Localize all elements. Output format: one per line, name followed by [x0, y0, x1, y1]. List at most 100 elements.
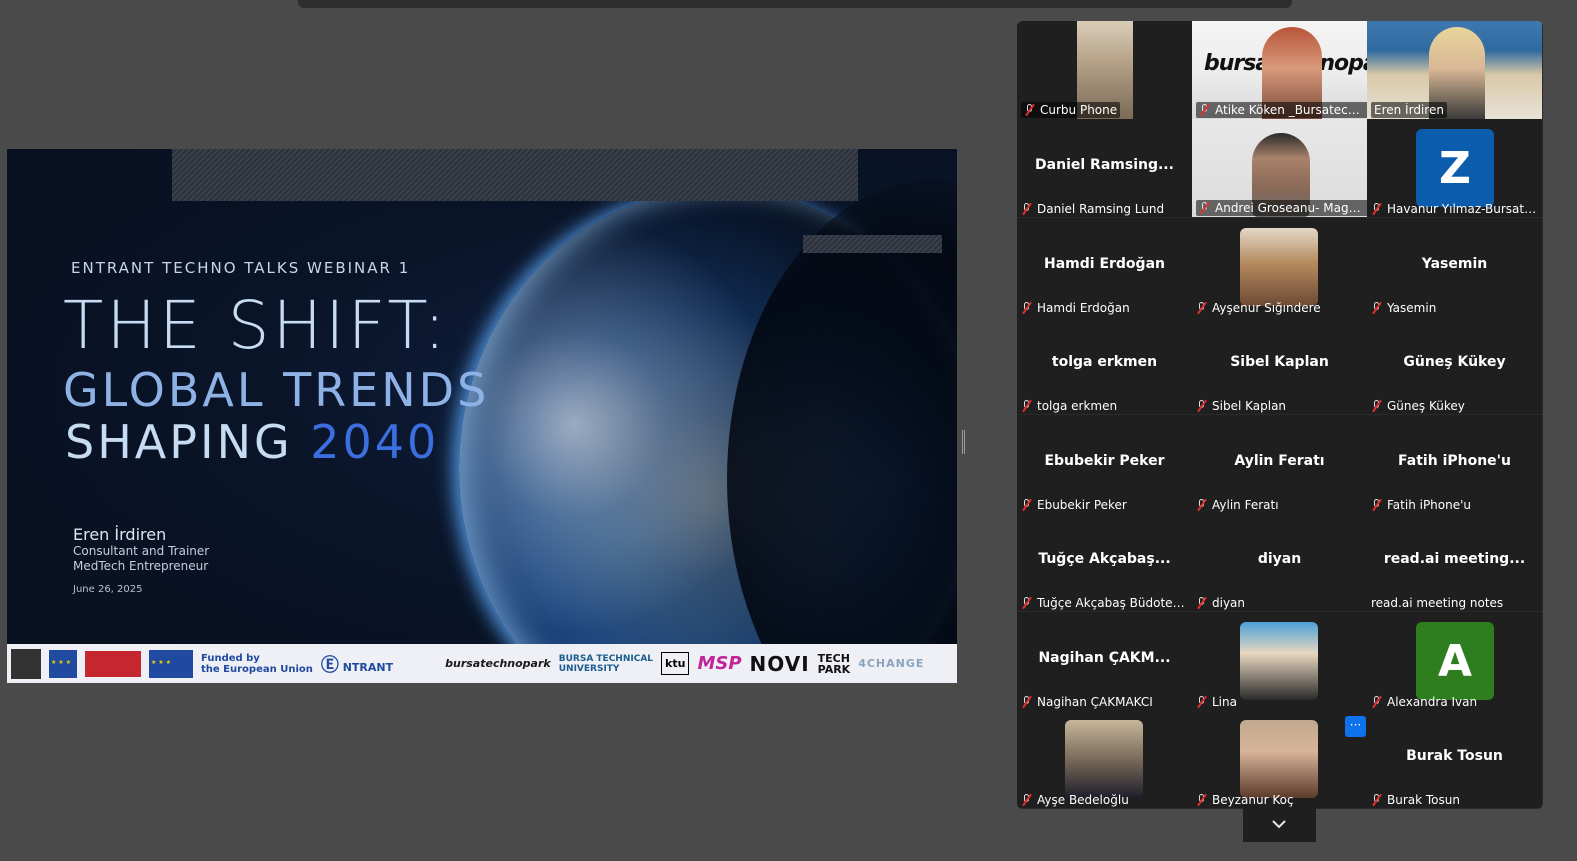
participant-tile[interactable]: Ayşenur Sığındere: [1192, 218, 1367, 316]
participant-tile[interactable]: Tuğçe Akçabaş... Tuğçe Akçabaş Büdotek .…: [1017, 513, 1192, 611]
participant-tile[interactable]: Lina: [1192, 612, 1367, 710]
mic-muted-icon: [1371, 400, 1383, 412]
msp-logo: MSP: [697, 653, 742, 674]
partner-logo-red: [85, 650, 141, 677]
mic-muted-icon: [1196, 499, 1208, 511]
avatar-initial: A: [1416, 622, 1494, 700]
participant-display-name: Tuğçe Akçabaş...: [1038, 551, 1171, 567]
redacted-region: [803, 235, 942, 253]
participant-tile[interactable]: Burak Tosun Burak Tosun: [1367, 710, 1542, 808]
ktu-logo: ktu: [661, 652, 690, 675]
participant-label: Daniel Ramsing Lund: [1021, 202, 1164, 216]
participant-tile[interactable]: Ayşe Bedeloğlu: [1017, 710, 1192, 808]
techpark-line-1: TECH: [817, 651, 850, 665]
participant-tile[interactable]: Aylin Feratı Aylin Feratı: [1192, 415, 1367, 513]
mic-muted-icon: [1196, 794, 1208, 806]
mic-muted-icon: [1371, 302, 1383, 314]
participant-tile[interactable]: diyan diyan: [1192, 513, 1367, 611]
participant-label: read.ai meeting notes: [1371, 596, 1503, 610]
presenter-name: Eren İrdiren: [73, 525, 167, 544]
participant-tile[interactable]: read.ai meeting... read.ai meeting notes: [1367, 513, 1542, 611]
participant-tile[interactable]: Curbu Phone: [1017, 21, 1192, 119]
participant-display-name: Burak Tosun: [1406, 748, 1503, 764]
mic-muted-icon: [1021, 302, 1033, 314]
participant-name: Ayşenur Sığındere: [1212, 301, 1321, 315]
top-toolbar-handle[interactable]: [298, 0, 1292, 8]
participant-tile-active-speaker[interactable]: Eren İrdiren: [1367, 21, 1542, 119]
participant-name: Curbu Phone: [1040, 103, 1118, 117]
mic-muted-icon: [1196, 400, 1208, 412]
participant-tile[interactable]: Daniel Ramsing... Daniel Ramsing Lund: [1017, 119, 1192, 217]
btu-line-1: BURSA TECHNICAL: [558, 653, 654, 664]
participant-tile[interactable]: Güneş Kükey Güneş Kükey: [1367, 316, 1542, 414]
participant-tile[interactable]: Beyzanur Koç: [1192, 710, 1367, 808]
participant-label: Burak Tosun: [1371, 793, 1460, 807]
participant-tile[interactable]: Z Havanur Yılmaz-Bursate...: [1367, 119, 1542, 217]
mic-muted-icon: [1021, 203, 1033, 215]
participant-tile[interactable]: Nagihan ÇAKM... Nagihan ÇAKMAKCI: [1017, 612, 1192, 710]
btu-logo: BURSA TECHNICAL UNIVERSITY: [559, 654, 653, 674]
participant-tile[interactable]: Ebubekir Peker Ebubekir Peker: [1017, 415, 1192, 513]
participant-display-name: Ebubekir Peker: [1044, 453, 1165, 469]
mic-muted-icon: [1371, 499, 1383, 511]
mic-muted-icon: [1021, 400, 1033, 412]
participant-label: Fatih iPhone'u: [1371, 498, 1471, 512]
gallery-next-page-button[interactable]: [1243, 808, 1316, 842]
funded-line-2: the European Union: [201, 663, 313, 675]
participant-label: Curbu Phone: [1021, 102, 1121, 118]
participant-name: Fatih iPhone'u: [1387, 498, 1472, 512]
participant-name: Beyzanur Koç: [1212, 793, 1294, 807]
more-options-button[interactable]: ···: [1345, 716, 1366, 737]
participant-name: tolga erkmen: [1037, 399, 1118, 413]
participant-name: Güneş Kükey: [1387, 399, 1465, 413]
participant-label: Sibel Kaplan: [1196, 399, 1286, 413]
participant-name: Andrei Groseanu- Magu...: [1215, 201, 1367, 215]
eu-flag-icon: [149, 649, 193, 678]
mic-muted-icon: [1021, 597, 1033, 609]
participant-name: Eren İrdiren: [1374, 103, 1444, 117]
participant-display-name: Yasemin: [1421, 256, 1488, 272]
participant-tile[interactable]: Hamdi Erdoğan Hamdi Erdoğan: [1017, 218, 1192, 316]
participant-gallery: Curbu Phone bursatechnopark Atike Köken …: [1017, 21, 1543, 809]
participant-label: Yasemin: [1371, 301, 1436, 315]
participant-tile[interactable]: bursatechnopark Atike Köken _Bursatechn.…: [1192, 21, 1367, 119]
participant-name: Aylin Feratı: [1212, 498, 1279, 512]
participant-tile[interactable]: A Alexandra Ivan: [1367, 612, 1542, 710]
mic-muted-icon: [1021, 794, 1033, 806]
redacted-region: [172, 149, 858, 201]
participant-name: Sibel Kaplan: [1212, 399, 1287, 413]
participant-name: Nagihan ÇAKMAKCI: [1037, 695, 1153, 709]
participant-display-name: Nagihan ÇAKM...: [1038, 650, 1171, 666]
participant-label: Nagihan ÇAKMAKCI: [1021, 695, 1153, 709]
participant-display-name: Aylin Feratı: [1234, 453, 1325, 469]
participant-tile[interactable]: Andrei Groseanu- Magu...: [1192, 119, 1367, 217]
slide-subtitle-shaping: SHAPING: [65, 415, 293, 469]
avatar: [1240, 622, 1318, 700]
mic-muted-icon: [1371, 203, 1383, 215]
avatar: [1240, 720, 1318, 798]
entrant-e-icon: Ⓔ: [320, 654, 339, 676]
slide-title: THE SHIFT:: [63, 287, 449, 364]
slide-subtitle-line2: SHAPING 2040: [65, 415, 439, 469]
slide-kicker: ENTRANT TECHNO TALKS WEBINAR 1: [71, 259, 411, 277]
participant-tile[interactable]: Yasemin Yasemin: [1367, 218, 1542, 316]
participant-label: Eren İrdiren: [1371, 102, 1447, 118]
participant-name: Ayşe Bedeloğlu: [1037, 793, 1129, 807]
participant-tile[interactable]: tolga erkmen tolga erkmen: [1017, 316, 1192, 414]
participant-display-name: read.ai meeting...: [1383, 551, 1526, 567]
participant-tile[interactable]: Sibel Kaplan Sibel Kaplan: [1192, 316, 1367, 414]
participant-display-name: tolga erkmen: [1051, 354, 1158, 370]
resize-splitter[interactable]: [962, 430, 965, 454]
participant-name: Lina: [1212, 695, 1237, 709]
novi-logo: NOVI: [749, 651, 810, 676]
participant-label: Tuğçe Akçabaş Büdotek ...: [1021, 596, 1189, 610]
participant-name: Yasemin: [1387, 301, 1437, 315]
participant-label: Güneş Kükey: [1371, 399, 1465, 413]
participant-name: Daniel Ramsing Lund: [1037, 202, 1165, 216]
participant-tile[interactable]: Fatih iPhone'u Fatih iPhone'u: [1367, 415, 1542, 513]
participant-label: Lina: [1196, 695, 1237, 709]
partner-logo-strip: Funded by the European Union Ⓔ NTRANT bu…: [7, 644, 957, 683]
mic-muted-icon: [1021, 696, 1033, 708]
consultancy-4change-logo: 4CHANGE: [858, 657, 925, 670]
avatar: [1240, 228, 1318, 306]
